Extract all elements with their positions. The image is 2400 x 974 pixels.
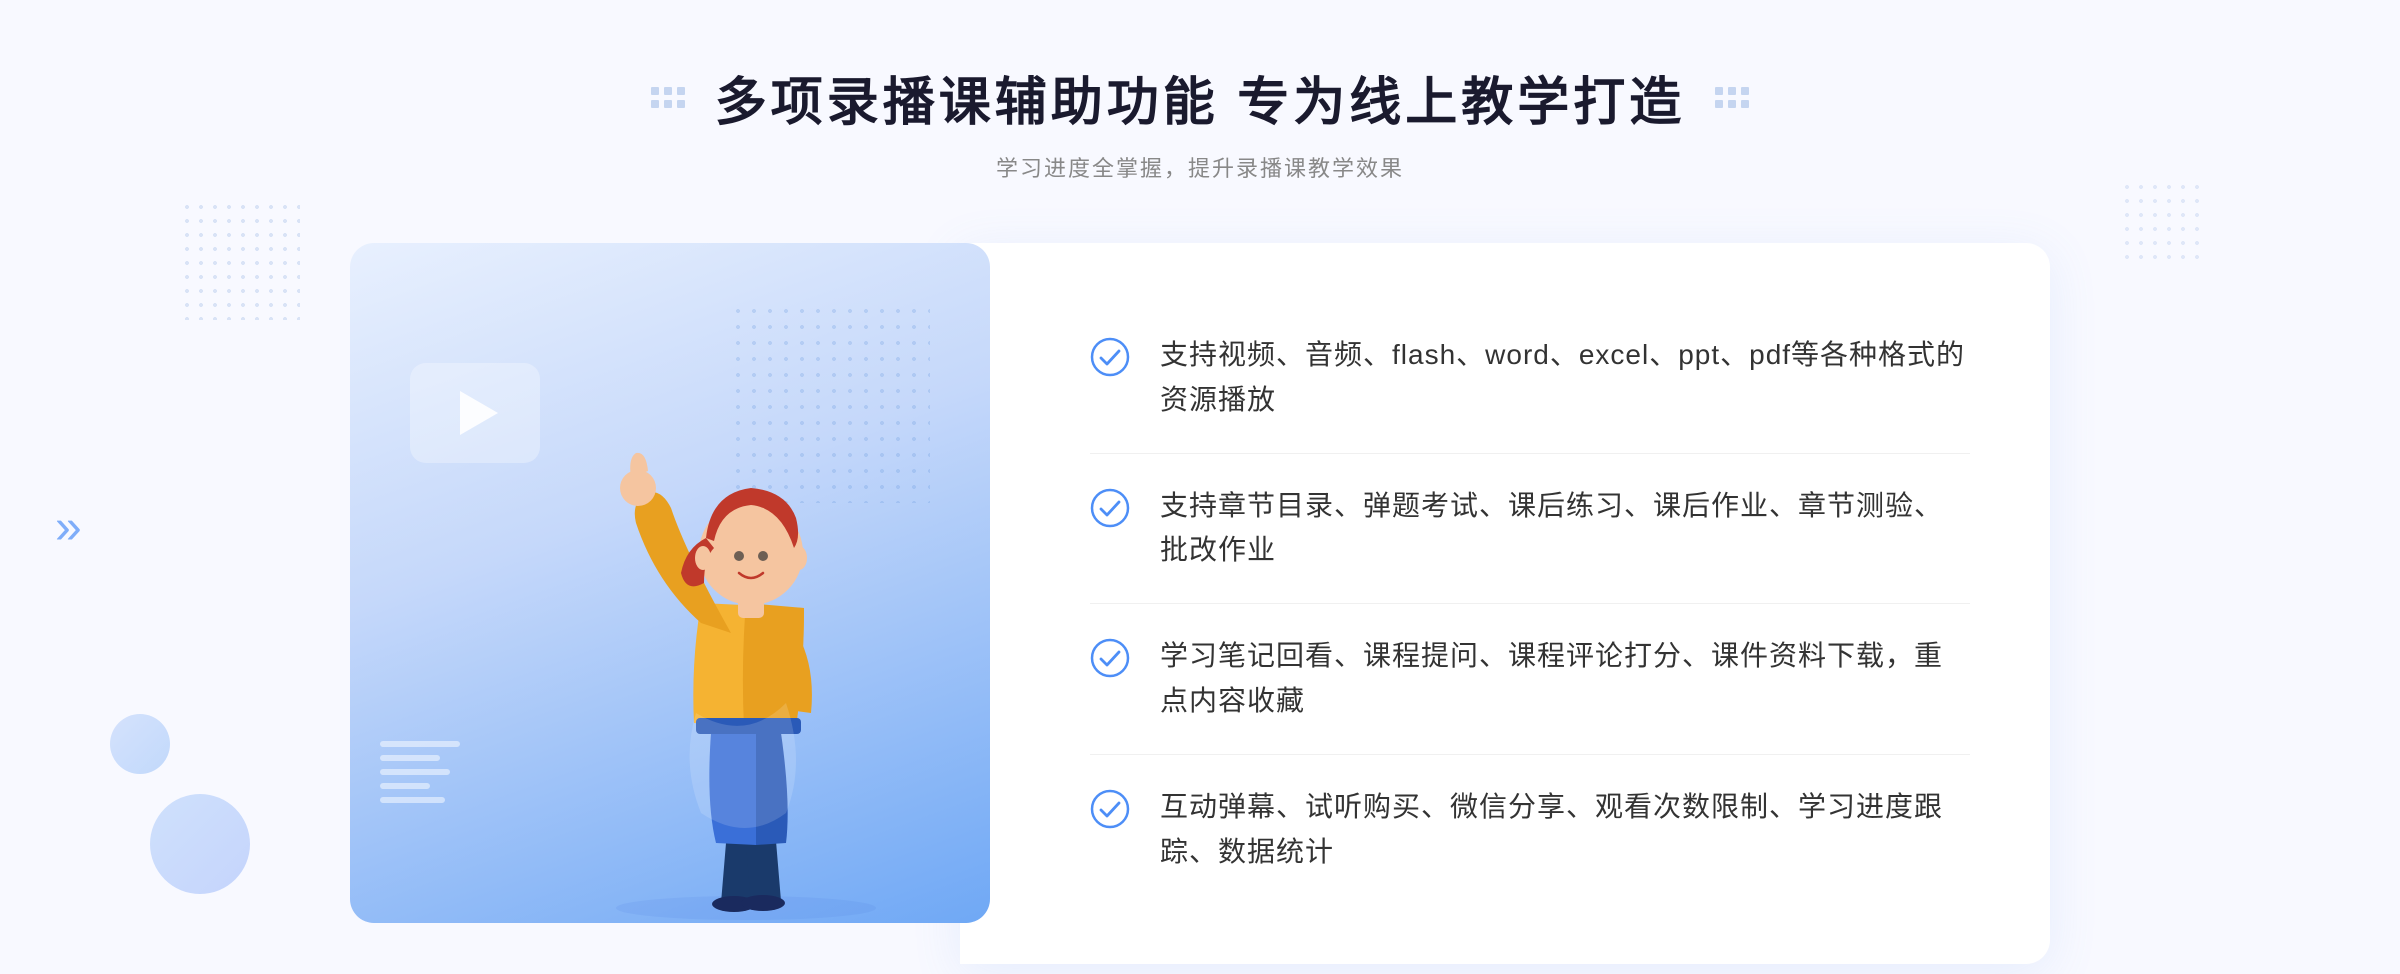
feature-item-4: 互动弹幕、试听购买、微信分享、观看次数限制、学习进度跟踪、数据统计: [1090, 755, 1970, 905]
dot: [677, 87, 685, 95]
main-title: 多项录播课辅助功能 专为线上教学打造: [715, 60, 1685, 135]
decorative-circle-small: [110, 714, 170, 774]
card-decorative-lines: [380, 741, 460, 803]
line: [380, 755, 440, 761]
play-triangle-icon: [460, 391, 498, 435]
dot: [664, 87, 672, 95]
dot: [651, 87, 659, 95]
title-dots-left: [651, 87, 685, 108]
decorative-arrow-left: »: [55, 500, 82, 555]
line: [380, 769, 450, 775]
title-section: 多项录播课辅助功能 专为线上教学打造 学习进度全掌握，提升录播课教学效果: [651, 60, 1749, 183]
dot: [664, 100, 672, 108]
check-icon-1: [1090, 337, 1130, 377]
dot: [1715, 87, 1723, 95]
person-illustration: [556, 363, 936, 923]
line: [380, 797, 445, 803]
line: [380, 783, 430, 789]
play-button-decoration: [410, 363, 540, 463]
dot: [1741, 100, 1749, 108]
dot: [1741, 87, 1749, 95]
check-icon-3: [1090, 638, 1130, 678]
title-dots-right: [1715, 87, 1749, 108]
check-icon-2: [1090, 488, 1130, 528]
feature-text-1: 支持视频、音频、flash、word、excel、ppt、pdf等各种格式的资源…: [1160, 333, 1970, 423]
dot: [1728, 100, 1736, 108]
decorative-dots-left: [180, 200, 300, 320]
check-icon-4: [1090, 789, 1130, 829]
feature-item-2: 支持章节目录、弹题考试、课后练习、课后作业、章节测验、批改作业: [1090, 454, 1970, 605]
image-card-wrapper: [350, 243, 990, 964]
dot: [1728, 87, 1736, 95]
title-decorators: 多项录播课辅助功能 专为线上教学打造: [651, 60, 1749, 135]
feature-item-3: 学习笔记回看、课程提问、课程评论打分、课件资料下载，重点内容收藏: [1090, 604, 1970, 755]
decorative-dots-right: [2120, 180, 2200, 260]
image-card: [350, 243, 990, 923]
feature-text-3: 学习笔记回看、课程提问、课程评论打分、课件资料下载，重点内容收藏: [1160, 634, 1970, 724]
feature-item-1: 支持视频、音频、flash、word、excel、ppt、pdf等各种格式的资源…: [1090, 303, 1970, 454]
page-container: » 多项录播课辅助功能 专为线上教学打造 学习进度全掌握，提升: [0, 0, 2400, 974]
decorative-circle-large: [150, 794, 250, 894]
features-panel: 支持视频、音频、flash、word、excel、ppt、pdf等各种格式的资源…: [960, 243, 2050, 964]
feature-text-4: 互动弹幕、试听购买、微信分享、观看次数限制、学习进度跟踪、数据统计: [1160, 785, 1970, 875]
content-area: 支持视频、音频、flash、word、excel、ppt、pdf等各种格式的资源…: [350, 243, 2050, 964]
feature-text-2: 支持章节目录、弹题考试、课后练习、课后作业、章节测验、批改作业: [1160, 484, 1970, 574]
subtitle: 学习进度全掌握，提升录播课教学效果: [996, 151, 1404, 183]
dot: [1715, 100, 1723, 108]
line: [380, 741, 460, 747]
dot: [677, 100, 685, 108]
dot: [651, 100, 659, 108]
